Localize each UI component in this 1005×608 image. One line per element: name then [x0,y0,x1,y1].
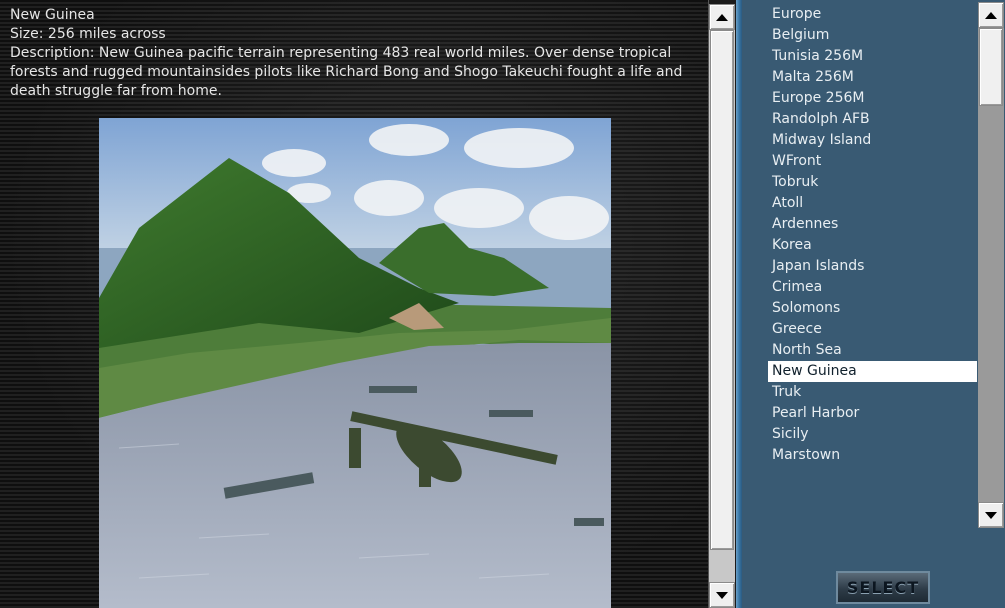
map-list-item[interactable]: Marstown [768,445,977,466]
map-list-item[interactable]: Greece [768,319,977,340]
map-preview-image [99,118,611,608]
triangle-down-icon [716,591,728,599]
map-list-item[interactable]: Ardennes [768,214,977,235]
map-list-scrollbar[interactable] [978,2,1004,528]
map-title: New Guinea [10,7,95,23]
map-list-panel: Europe Belgium Tunisia 256M Malta 256M Europ… [742,0,1005,608]
map-description: Description: New Guinea pacific terrain … [10,45,683,99]
scrollbar-track[interactable] [709,30,735,582]
map-list-item[interactable]: Sicily [768,424,977,445]
map-list-item[interactable]: Korea [768,235,977,256]
map-list-item[interactable]: Truk [768,382,977,403]
list-scroll-down-button[interactable] [978,502,1004,528]
map-list-item[interactable]: Pearl Harbor [768,403,977,424]
description-scrollbar[interactable] [709,4,735,608]
scroll-down-button[interactable] [709,582,735,608]
terrain-scene [99,118,611,608]
scrollbar-thumb[interactable] [710,30,734,550]
list-scrollbar-track[interactable] [978,28,1004,502]
map-list-item[interactable]: Japan Islands [768,256,977,277]
triangle-up-icon [985,11,997,19]
map-size: Size: 256 miles across [10,26,166,42]
map-list-item[interactable]: New Guinea [768,361,977,382]
map-list-item[interactable]: Midway Island [768,130,977,151]
map-list-item[interactable]: Tobruk [768,172,977,193]
map-list-item[interactable]: WFront [768,151,977,172]
map-description-panel: New Guinea Size: 256 miles across Descri… [0,0,709,608]
map-list-item[interactable]: Solomons [768,298,977,319]
list-scroll-up-button[interactable] [978,2,1004,28]
select-button[interactable]: SELECT [836,571,930,604]
map-list-item[interactable]: Atoll [768,193,977,214]
map-list-item[interactable]: Crimea [768,277,977,298]
map-list-item[interactable]: Europe [768,4,977,25]
map-list-item[interactable]: Europe 256M [768,88,977,109]
triangle-up-icon [716,13,728,21]
map-list-item[interactable]: Malta 256M [768,67,977,88]
map-list-item[interactable]: Tunisia 256M [768,46,977,67]
map-list-item[interactable]: North Sea [768,340,977,361]
list-scrollbar-thumb[interactable] [979,28,1003,106]
map-list: Europe Belgium Tunisia 256M Malta 256M Europ… [768,4,977,466]
scroll-up-button[interactable] [709,4,735,30]
map-list-item[interactable]: Belgium [768,25,977,46]
triangle-down-icon [985,511,997,519]
map-list-item[interactable]: Randolph AFB [768,109,977,130]
